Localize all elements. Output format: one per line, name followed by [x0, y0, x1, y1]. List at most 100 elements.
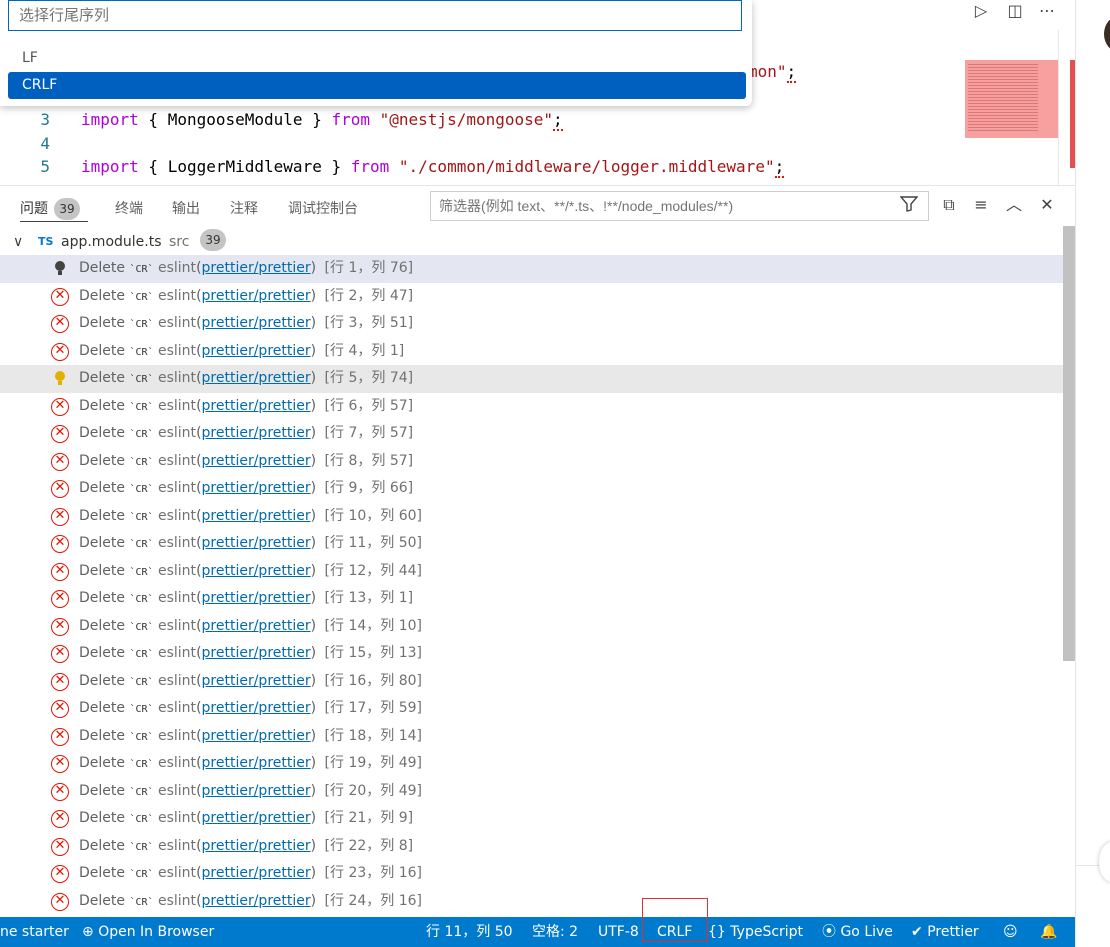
- problem-row[interactable]: Delete `CR` eslint(prettier/prettier) [行…: [0, 365, 1063, 393]
- rule-link[interactable]: prettier/prettier: [202, 838, 311, 854]
- problem-row[interactable]: ✕ Delete `CR` eslint(prettier/prettier) […: [0, 778, 1063, 806]
- rule-link[interactable]: prettier/prettier: [202, 810, 311, 826]
- problems-file-row[interactable]: ∨ TS app.module.ts src 39: [0, 229, 1063, 255]
- rule-link[interactable]: prettier/prettier: [202, 260, 311, 276]
- rule-link[interactable]: prettier/prettier: [202, 315, 311, 331]
- rule-link[interactable]: prettier/prettier: [202, 673, 311, 689]
- rule-link[interactable]: prettier/prettier: [202, 563, 311, 579]
- problem-row[interactable]: ✕ Delete `CR` eslint(prettier/prettier) […: [0, 503, 1063, 531]
- status-open-in-browser[interactable]: ⊕ Open In Browser: [82, 917, 214, 947]
- lightbulb-icon[interactable]: [51, 260, 69, 278]
- rule-link[interactable]: prettier/prettier: [202, 755, 311, 771]
- bottom-panel: 问题39 终端 输出 注释 调试控制台 ⧉ ≡ ︿ ✕ ∨ TS app.mod…: [0, 185, 1075, 918]
- problem-row[interactable]: ✕ Delete `CR` eslint(prettier/prettier) […: [0, 448, 1063, 476]
- rule-link[interactable]: prettier/prettier: [202, 535, 311, 551]
- status-encoding[interactable]: UTF-8: [598, 917, 639, 947]
- status-language[interactable]: {} TypeScript: [708, 917, 803, 947]
- line-number: 5: [40, 157, 50, 176]
- error-icon: ✕: [51, 507, 69, 526]
- problem-message: Delete `CR` eslint(prettier/prettier) [行…: [79, 452, 414, 469]
- problem-row[interactable]: ✕ Delete `CR` eslint(prettier/prettier) […: [0, 860, 1063, 888]
- problem-row[interactable]: ✕ Delete `CR` eslint(prettier/prettier) […: [0, 888, 1063, 916]
- filter-icon[interactable]: [899, 196, 919, 216]
- tab-comments[interactable]: 注释: [230, 198, 258, 218]
- tab-terminal[interactable]: 终端: [115, 198, 143, 218]
- problem-row[interactable]: ✕ Delete `CR` eslint(prettier/prettier) […: [0, 558, 1063, 586]
- tab-output[interactable]: 输出: [172, 198, 200, 218]
- rule-link[interactable]: prettier/prettier: [202, 700, 311, 716]
- rule-link[interactable]: prettier/prettier: [202, 618, 311, 634]
- error-icon: ✕: [51, 480, 69, 498]
- rule-link[interactable]: prettier/prettier: [202, 398, 311, 414]
- close-panel-icon[interactable]: ✕: [1036, 194, 1058, 216]
- status-workspace[interactable]: ne starter: [0, 917, 69, 947]
- minimap-content: [968, 62, 1038, 132]
- rule-link[interactable]: prettier/prettier: [202, 453, 311, 469]
- problem-row[interactable]: ✕ Delete `CR` eslint(prettier/prettier) […: [0, 475, 1063, 503]
- rule-link[interactable]: prettier/prettier: [202, 645, 311, 661]
- error-icon: ✕: [51, 645, 69, 663]
- rule-link[interactable]: prettier/prettier: [202, 370, 311, 386]
- problem-message: Delete `CR` eslint(prettier/prettier) [行…: [79, 865, 422, 881]
- tab-problems[interactable]: 问题 39: [20, 198, 80, 220]
- quick-pick-item-lf[interactable]: LF: [8, 45, 746, 72]
- problem-row[interactable]: ✕ Delete `CR` eslint(prettier/prettier) […: [0, 530, 1063, 558]
- split-editor-icon[interactable]: ◫: [1004, 0, 1026, 22]
- status-go-live[interactable]: ⦿ Go Live: [822, 917, 893, 947]
- rule-link[interactable]: prettier/prettier: [202, 288, 311, 304]
- problems-filter-input[interactable]: [430, 191, 929, 221]
- problem-message: Delete `CR` eslint(prettier/prettier) [行…: [79, 837, 414, 854]
- rule-link[interactable]: prettier/prettier: [202, 728, 311, 744]
- problem-message: Delete `CR` eslint(prettier/prettier) [行…: [79, 287, 414, 304]
- problem-row[interactable]: ✕ Delete `CR` eslint(prettier/prettier) […: [0, 723, 1063, 751]
- error-icon: ✕: [51, 865, 69, 883]
- problem-row[interactable]: ✕ Delete `CR` eslint(prettier/prettier) […: [0, 310, 1063, 338]
- panel-scrollbar[interactable]: [1063, 226, 1075, 661]
- rule-link[interactable]: prettier/prettier: [202, 508, 311, 524]
- error-icon: ✕: [51, 590, 69, 608]
- rule-link[interactable]: prettier/prettier: [202, 893, 311, 909]
- problem-row[interactable]: ✕ Delete `CR` eslint(prettier/prettier) […: [0, 420, 1063, 448]
- more-actions-icon[interactable]: ⋯: [1036, 0, 1058, 22]
- view-as-list-icon[interactable]: ≡: [970, 194, 992, 216]
- problem-row[interactable]: ✕ Delete `CR` eslint(prettier/prettier) […: [0, 338, 1063, 366]
- rule-link[interactable]: prettier/prettier: [202, 783, 311, 799]
- problem-row[interactable]: ✕ Delete `CR` eslint(prettier/prettier) […: [0, 393, 1063, 421]
- editor-scrollbar-error-marker: [1070, 60, 1075, 168]
- problem-row[interactable]: ✕ Delete `CR` eslint(prettier/prettier) […: [0, 668, 1063, 696]
- editor-toolbar: ▷ ◫ ⋯: [960, 0, 1075, 22]
- status-prettier[interactable]: ✔ Prettier: [911, 917, 979, 947]
- chevron-down-icon: ∨: [13, 234, 24, 250]
- status-indentation[interactable]: 空格: 2: [532, 917, 578, 947]
- problem-row[interactable]: ✕ Delete `CR` eslint(prettier/prettier) […: [0, 695, 1063, 723]
- file-folder: src: [169, 234, 190, 250]
- collapse-all-icon[interactable]: ⧉: [938, 194, 960, 216]
- problem-row[interactable]: ✕ Delete `CR` eslint(prettier/prettier) […: [0, 613, 1063, 641]
- problem-row[interactable]: ✕ Delete `CR` eslint(prettier/prettier) […: [0, 283, 1063, 311]
- typescript-file-icon: TS: [38, 235, 54, 248]
- maximize-panel-icon[interactable]: ︿: [1003, 194, 1025, 216]
- problem-row[interactable]: Delete `CR` eslint(prettier/prettier) [行…: [0, 255, 1063, 283]
- rule-link[interactable]: prettier/prettier: [202, 480, 311, 496]
- run-icon[interactable]: ▷: [970, 0, 992, 22]
- feedback-icon[interactable]: ☺: [1003, 917, 1018, 947]
- problem-row[interactable]: ✕ Delete `CR` eslint(prettier/prettier) […: [0, 585, 1063, 613]
- status-cursor-position[interactable]: 行 11，列 50: [426, 917, 513, 947]
- problem-row[interactable]: ✕ Delete `CR` eslint(prettier/prettier) […: [0, 805, 1063, 833]
- rule-link[interactable]: prettier/prettier: [202, 343, 311, 359]
- tab-debug-console[interactable]: 调试控制台: [288, 198, 358, 218]
- quick-pick-input[interactable]: [8, 0, 742, 31]
- rule-link[interactable]: prettier/prettier: [202, 590, 311, 606]
- rule-link[interactable]: prettier/prettier: [202, 865, 311, 881]
- problem-row[interactable]: ✕ Delete `CR` eslint(prettier/prettier) […: [0, 750, 1063, 778]
- code-line-partial: mon";: [748, 62, 797, 83]
- problem-row[interactable]: ✕ Delete `CR` eslint(prettier/prettier) […: [0, 833, 1063, 861]
- active-tab-indicator: [20, 221, 88, 222]
- problem-message: Delete `CR` eslint(prettier/prettier) [行…: [79, 645, 422, 661]
- problem-row[interactable]: ✕ Delete `CR` eslint(prettier/prettier) […: [0, 640, 1063, 668]
- problem-message: Delete `CR` eslint(prettier/prettier) [行…: [79, 507, 422, 524]
- lightbulb-icon[interactable]: [51, 370, 69, 388]
- rule-link[interactable]: prettier/prettier: [202, 425, 311, 441]
- quick-pick-item-crlf[interactable]: CRLF: [8, 72, 746, 99]
- notifications-bell-icon[interactable]: 🔔: [1040, 917, 1057, 947]
